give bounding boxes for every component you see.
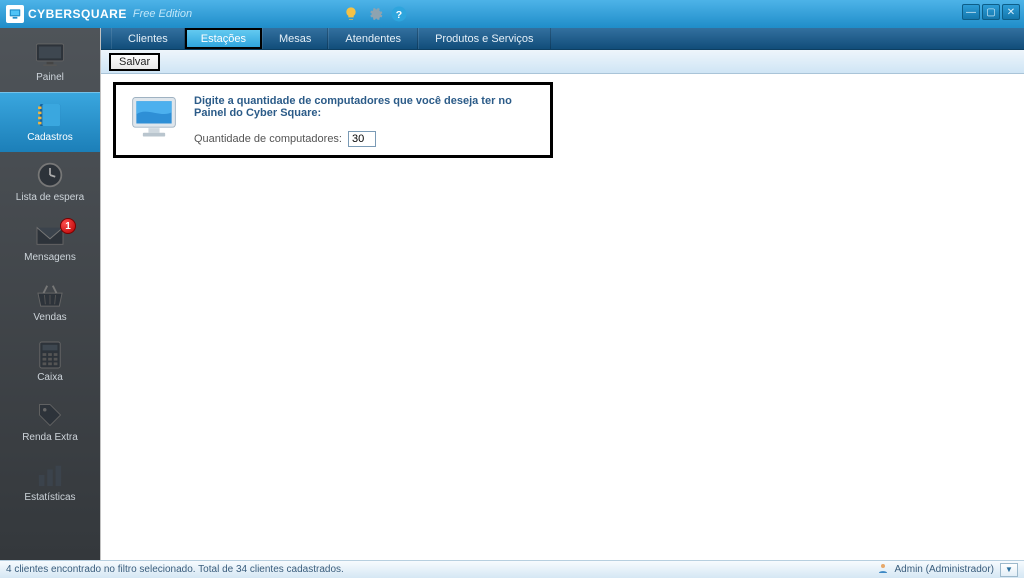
sidebar-label: Vendas xyxy=(33,312,66,323)
sidebar-label: Cadastros xyxy=(27,132,73,143)
close-button[interactable]: ✕ xyxy=(1002,4,1020,20)
sidebar-item-vendas[interactable]: Vendas xyxy=(0,272,100,332)
quantity-input[interactable] xyxy=(348,131,376,147)
titlebar: CYBERSQUARE Free Edition ? — ▢ ✕ xyxy=(0,0,1024,28)
help-icon[interactable]: ? xyxy=(390,5,408,23)
maximize-button[interactable]: ▢ xyxy=(982,4,1000,20)
content-area: Clientes Estações Mesas Atendentes Produ… xyxy=(100,28,1024,560)
stations-config-panel: Digite a quantidade de computadores que … xyxy=(113,82,553,158)
minimize-button[interactable]: — xyxy=(962,4,980,20)
panel-prompt: Digite a quantidade de computadores que … xyxy=(194,95,538,119)
quantity-label: Quantidade de computadores: xyxy=(194,133,342,145)
lightbulb-icon[interactable] xyxy=(342,5,360,23)
gear-icon[interactable] xyxy=(366,5,384,23)
tabbar: Clientes Estações Mesas Atendentes Produ… xyxy=(101,28,1024,50)
monitor-icon xyxy=(128,93,180,141)
sidebar-item-mensagens[interactable]: Mensagens 1 xyxy=(0,212,100,272)
sidebar-label: Caixa xyxy=(37,372,63,383)
sidebar-item-painel[interactable]: Painel xyxy=(0,32,100,92)
tag-icon xyxy=(33,401,67,429)
sidebar-label: Renda Extra xyxy=(22,432,78,443)
toolbar: Salvar xyxy=(101,50,1024,74)
basket-icon xyxy=(33,281,67,309)
user-label: Admin (Administrador) xyxy=(895,564,994,575)
calculator-icon xyxy=(33,341,67,369)
tab-mesas[interactable]: Mesas xyxy=(262,28,328,49)
sidebar-item-lista-de-espera[interactable]: Lista de espera xyxy=(0,152,100,212)
statusbar: 4 clientes encontrado no filtro selecion… xyxy=(0,560,1024,578)
app-name: CYBERSQUARE xyxy=(28,7,127,21)
tab-clientes[interactable]: Clientes xyxy=(111,28,185,49)
user-icon xyxy=(877,562,889,577)
sidebar-item-renda-extra[interactable]: Renda Extra xyxy=(0,392,100,452)
tab-produtos-servicos[interactable]: Produtos e Serviços xyxy=(418,28,550,49)
sidebar-label: Estatísticas xyxy=(24,492,75,503)
monitor-icon xyxy=(33,41,67,69)
status-text: 4 clientes encontrado no filtro selecion… xyxy=(6,564,344,575)
user-menu-dropdown[interactable]: ▼ xyxy=(1000,563,1018,577)
tab-atendentes[interactable]: Atendentes xyxy=(328,28,418,49)
clock-icon xyxy=(33,161,67,189)
sidebar-label: Lista de espera xyxy=(16,192,84,203)
notification-badge: 1 xyxy=(60,218,76,234)
svg-text:?: ? xyxy=(396,9,402,21)
sidebar: Painel Cadastros Lista de espera Mensage… xyxy=(0,28,100,560)
sidebar-label: Mensagens xyxy=(24,252,76,263)
sidebar-item-caixa[interactable]: Caixa xyxy=(0,332,100,392)
app-logo-icon xyxy=(6,5,24,23)
tab-estacoes[interactable]: Estações xyxy=(185,28,262,49)
address-book-icon xyxy=(33,101,67,129)
save-button[interactable]: Salvar xyxy=(109,53,160,71)
bar-chart-icon xyxy=(33,461,67,489)
sidebar-item-estatisticas[interactable]: Estatísticas xyxy=(0,452,100,512)
app-edition: Free Edition xyxy=(133,8,192,20)
sidebar-label: Painel xyxy=(36,72,64,83)
sidebar-item-cadastros[interactable]: Cadastros xyxy=(0,92,100,152)
